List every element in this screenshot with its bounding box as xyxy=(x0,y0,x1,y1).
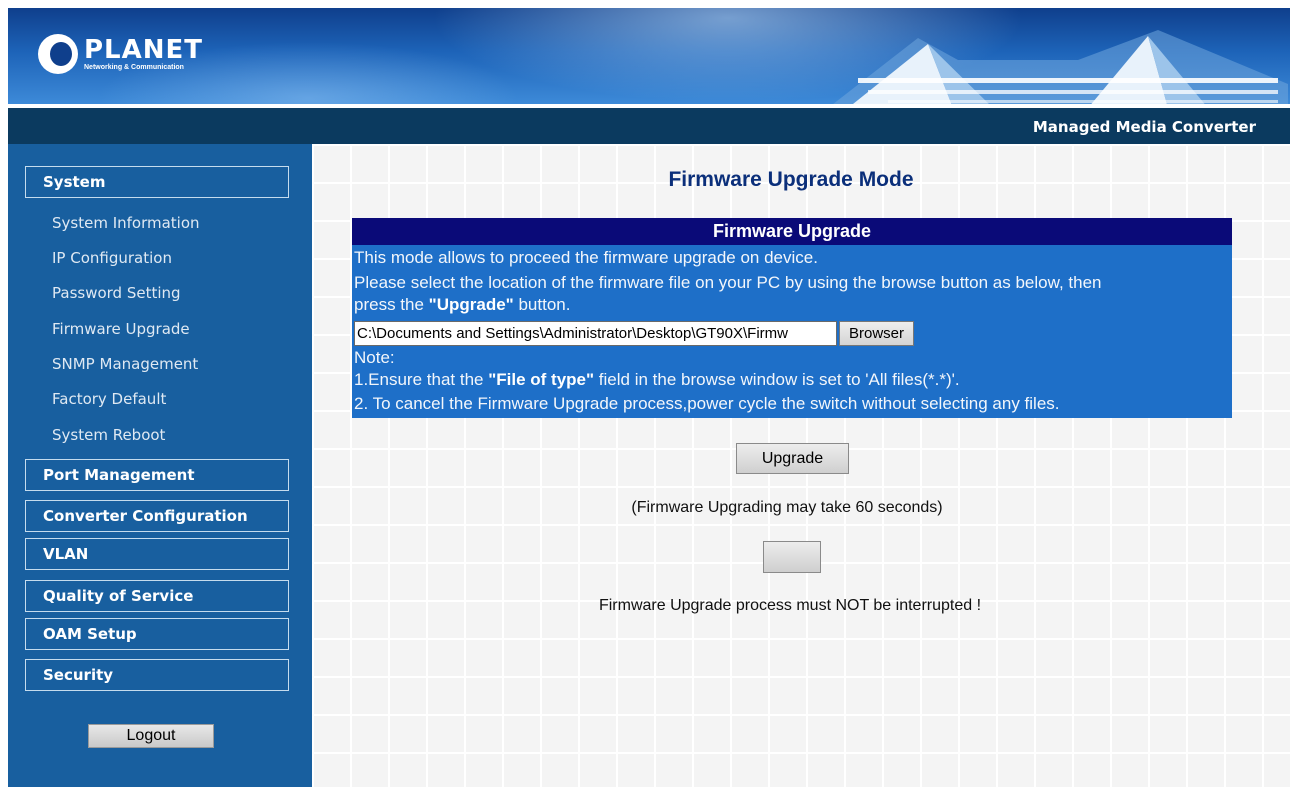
upgrade-button[interactable]: Upgrade xyxy=(736,443,849,474)
sidebar-item-snmp-management[interactable]: SNMP Management xyxy=(52,355,198,373)
upgrade-keyword: "Upgrade" xyxy=(428,295,514,314)
firmware-file-input[interactable] xyxy=(354,321,837,346)
panel-description-line-1: This mode allows to proceed the firmware… xyxy=(354,248,818,267)
line-3-suffix: button. xyxy=(513,295,571,314)
sidebar-item-system-reboot[interactable]: System Reboot xyxy=(52,426,165,444)
product-title: Managed Media Converter xyxy=(1032,118,1256,136)
building-illustration-icon xyxy=(833,30,1288,104)
sidebar-item-factory-default[interactable]: Factory Default xyxy=(52,390,166,408)
sidebar-item-system-information[interactable]: System Information xyxy=(52,214,200,232)
planet-logo: PLANET Networking & Communication xyxy=(38,34,203,74)
brand-name: PLANET xyxy=(84,34,204,65)
sidebar-section-oam-setup[interactable]: OAM Setup xyxy=(25,618,289,650)
sidebar-section-port-management[interactable]: Port Management xyxy=(25,459,289,491)
planet-logo-icon xyxy=(38,34,78,74)
panel-description-line-3: press the "Upgrade" button. xyxy=(354,295,570,315)
note-line-2: 2. To cancel the Firmware Upgrade proces… xyxy=(354,394,1060,413)
upgrade-duration-note: (Firmware Upgrading may take 60 seconds) xyxy=(631,499,943,516)
firmware-upgrade-panel: Firmware Upgrade This mode allows to pro… xyxy=(352,218,1232,418)
logout-button[interactable]: Logout xyxy=(88,724,214,748)
panel-description-line-2: Please select the location of the firmwa… xyxy=(354,273,1102,292)
note-line-1: 1.Ensure that the "File of type" field i… xyxy=(354,370,960,390)
interruption-warning: Firmware Upgrade process must NOT be int… xyxy=(598,597,982,614)
sidebar-item-firmware-upgrade[interactable]: Firmware Upgrade xyxy=(52,320,190,338)
sidebar-section-system[interactable]: System xyxy=(25,166,289,198)
sidebar-section-converter-configuration[interactable]: Converter Configuration xyxy=(25,500,289,532)
note-1-suffix: field in the browse window is set to 'Al… xyxy=(594,370,960,389)
title-bar: Managed Media Converter xyxy=(8,104,1290,144)
header-banner: PLANET Networking & Communication xyxy=(8,8,1290,104)
browse-button[interactable]: Browser xyxy=(839,321,914,346)
sidebar-item-password-setting[interactable]: Password Setting xyxy=(52,284,181,302)
file-of-type-keyword: "File of type" xyxy=(488,370,595,389)
note-1-prefix: 1.Ensure that the xyxy=(354,370,489,389)
brand-tagline: Networking & Communication xyxy=(84,63,184,71)
page-title: Firmware Upgrade Mode xyxy=(668,168,914,191)
line-3-prefix: press the xyxy=(354,295,429,314)
sidebar-section-security[interactable]: Security xyxy=(25,659,289,691)
sidebar-section-vlan[interactable]: VLAN xyxy=(25,538,289,570)
sidebar: System System Information IP Configurati… xyxy=(8,144,312,787)
note-label: Note: xyxy=(354,348,395,367)
panel-title: Firmware Upgrade xyxy=(352,218,1232,245)
upgrade-progress-indicator xyxy=(763,541,821,573)
main-content: Firmware Upgrade Mode Firmware Upgrade T… xyxy=(312,144,1290,787)
sidebar-section-quality-of-service[interactable]: Quality of Service xyxy=(25,580,289,612)
sidebar-item-ip-configuration[interactable]: IP Configuration xyxy=(52,249,172,267)
